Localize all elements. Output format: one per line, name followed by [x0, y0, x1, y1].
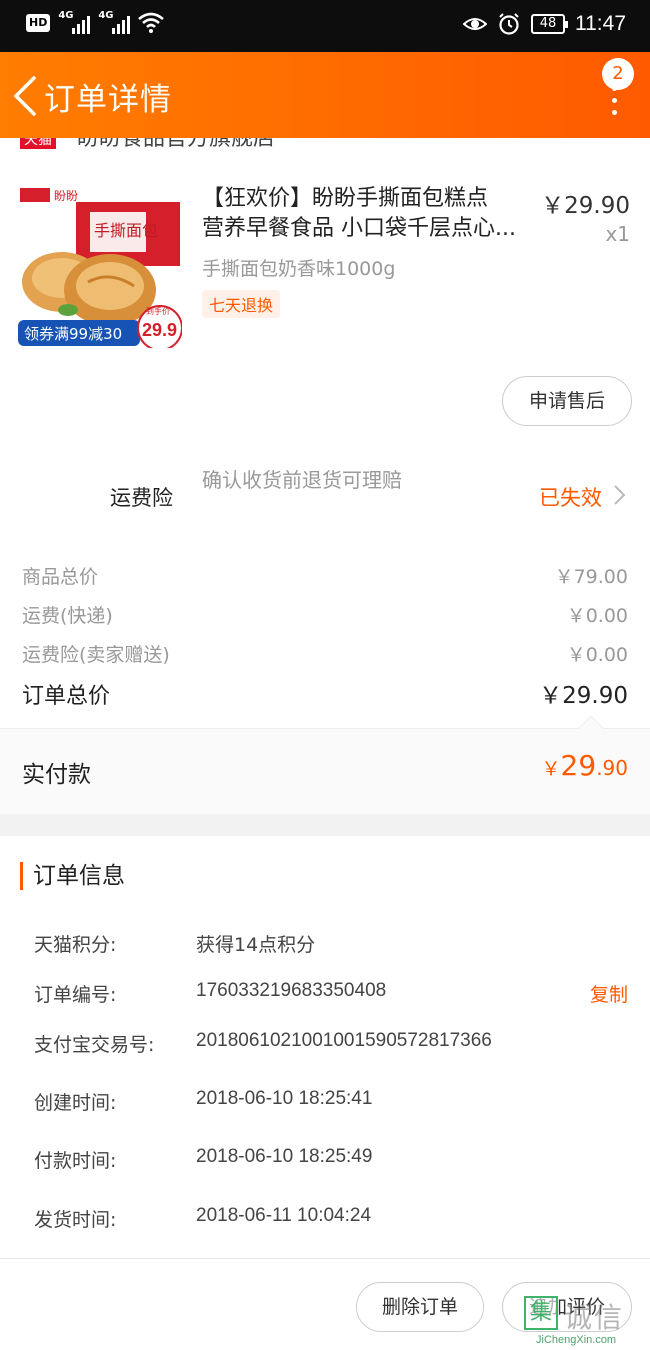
shipping-value: ￥0.00 [566, 605, 628, 627]
paid-amount-box: 实付款 ￥29.90 [0, 715, 650, 814]
insurance-description: 确认收货前退货可理赔 [202, 468, 402, 492]
back-icon[interactable] [8, 74, 42, 118]
info-label: 付款时间: [34, 1150, 117, 1172]
watermark-logo: 集 [524, 1296, 558, 1330]
info-label: 支付宝交易号: [34, 1034, 155, 1056]
price-badge-label: 到手价 [146, 306, 170, 316]
info-label: 发货时间: [34, 1209, 117, 1231]
more-menu-icon[interactable] [610, 86, 618, 116]
brand-label: 盼盼 [54, 189, 78, 203]
status-left: HD 4G 4G [26, 10, 165, 34]
delete-order-button[interactable]: 删除订单 [356, 1282, 484, 1332]
price-badge: 29.9 [142, 320, 177, 340]
order-info-title: 订单信息 [20, 862, 125, 890]
order-number: 176033219683350408 [196, 980, 387, 1001]
goods-total-label: 商品总价 [22, 566, 99, 588]
footer-divider [0, 1258, 650, 1259]
info-label: 订单编号: [34, 984, 117, 1006]
info-label: 天猫积分: [34, 934, 117, 956]
box-label: 手撕面包 [94, 221, 158, 240]
order-total-label: 订单总价 [22, 684, 111, 709]
return-policy-tag: 七天退换 [202, 290, 281, 318]
product-spec: 手撕面包奶香味1000g [202, 258, 396, 280]
paid-label: 实付款 [22, 762, 91, 788]
copy-button[interactable]: 复制 [590, 980, 628, 1007]
battery-icon: 48 [531, 14, 568, 34]
app-header: 订单详情 2 [0, 52, 650, 138]
shipping-insurance-label: 运费险(卖家赠送) [22, 644, 170, 666]
coupon-label: 领券满99减30 [24, 325, 122, 343]
status-bar: HD 4G 4G 48 11:47 [0, 0, 650, 52]
product-quantity: x1 [605, 222, 630, 246]
section-gap [0, 814, 650, 836]
alipay-trade-number: 2018061021001001590572817366 [196, 1030, 492, 1051]
wifi-icon [138, 12, 165, 33]
info-label: 创建时间: [34, 1092, 117, 1114]
status-right: 48 11:47 [463, 12, 626, 36]
signal-icon: 4G [58, 10, 91, 34]
product-image[interactable]: 手撕面包 盼盼 领券满99减30 到手价 29.9 [18, 186, 182, 348]
hd-indicator: HD [26, 14, 51, 32]
paid-time: 2018-06-10 18:25:49 [196, 1146, 373, 1167]
shipping-label: 运费(快递) [22, 605, 113, 627]
clock: 11:47 [575, 12, 626, 35]
page-title: 订单详情 [44, 82, 172, 118]
shipped-time: 2018-06-11 10:04:24 [196, 1205, 372, 1226]
watermark-text: 诚信 [564, 1301, 625, 1334]
shipping-insurance-value: ￥0.00 [566, 644, 628, 666]
eye-icon [463, 18, 487, 30]
chevron-right-icon[interactable] [612, 484, 626, 506]
order-total-value: ￥29.90 [539, 683, 628, 709]
alarm-icon [499, 13, 519, 35]
watermark-url: JiChengXin.com [536, 1334, 617, 1346]
notch [578, 715, 604, 741]
product-price: ￥29.90 [541, 193, 630, 219]
insurance-label: 运费险 [110, 486, 173, 510]
site-watermark: 集 诚信 JiChengXin.com [524, 1296, 644, 1350]
apply-aftersale-button[interactable]: 申请售后 [502, 376, 632, 426]
message-badge[interactable]: 2 [602, 58, 634, 90]
paid-value: ￥29.90 [541, 749, 628, 782]
goods-total-value: ￥79.00 [554, 566, 628, 588]
created-time: 2018-06-10 18:25:41 [196, 1088, 373, 1109]
signal-icon-2: 4G [98, 10, 131, 34]
info-value: 获得14点积分 [196, 934, 316, 956]
insurance-status[interactable]: 已失效 [539, 482, 602, 512]
product-title[interactable]: 【狂欢价】盼盼手撕面包糕点 营养早餐食品 小口袋千层点心... [202, 184, 532, 244]
